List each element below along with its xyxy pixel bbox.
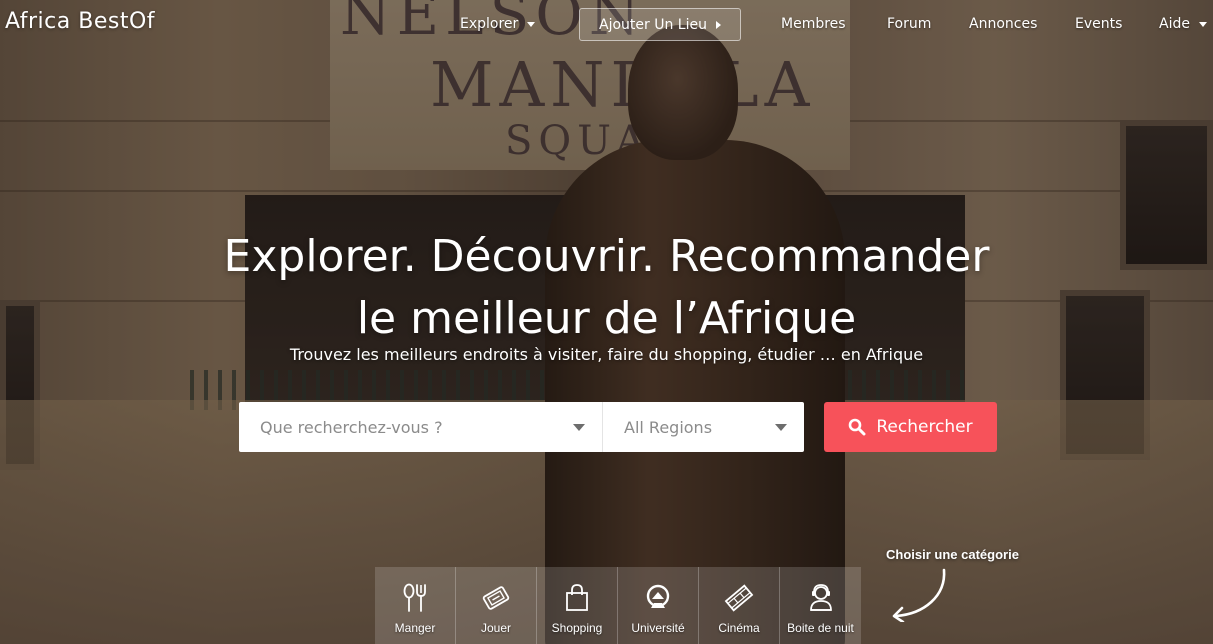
category-label: Boite de nuit (787, 621, 854, 635)
category-universite[interactable]: Université (618, 567, 699, 644)
category-shopping[interactable]: Shopping (537, 567, 618, 644)
category-label: Manger (394, 621, 436, 635)
nav-explorer-label: Explorer (460, 16, 519, 32)
hero-subtitle: Trouvez les meilleurs endroits à visiter… (289, 345, 924, 364)
add-place-button[interactable]: Ajouter Un Lieu (579, 8, 741, 41)
university-icon (646, 584, 670, 608)
category-jouer[interactable]: Jouer (456, 567, 537, 644)
region-select[interactable]: All Regions (603, 402, 804, 452)
hero-title-line1: Explorer. Découvrir. Recommander (223, 231, 990, 282)
chevron-down-icon (775, 424, 787, 431)
search-button[interactable]: Rechercher (824, 402, 997, 452)
category-cinema[interactable]: Cinéma (699, 567, 780, 644)
category-hint: Choisir une catégorie (886, 547, 1019, 562)
brand-logo[interactable]: Africa BestOf (5, 9, 155, 34)
nav-listings[interactable]: Annonces (969, 16, 1037, 32)
add-place-label: Ajouter Un Lieu (599, 16, 707, 33)
nightclub-icon (809, 584, 832, 611)
fork-spoon-icon (403, 583, 426, 612)
search-icon (849, 418, 866, 436)
top-navigation: Africa BestOf Explorer Ajouter Un Lieu M… (0, 0, 1213, 52)
hero-title: Explorer. Découvrir. Recommander le meil… (0, 226, 1213, 350)
search-bar: Que recherchez-vous ? All Regions (239, 402, 804, 452)
nav-forum[interactable]: Forum (887, 16, 931, 32)
search-input-placeholder: Que recherchez-vous ? (260, 417, 443, 437)
caret-down-icon (1198, 21, 1207, 27)
nav-help-label: Aide (1159, 16, 1190, 32)
category-label: Université (631, 621, 685, 635)
search-input[interactable]: Que recherchez-vous ? (239, 402, 603, 452)
caret-right-icon (715, 20, 721, 29)
film-strip-icon (724, 584, 754, 612)
ticket-icon (482, 586, 510, 610)
category-boite-de-nuit[interactable]: Boite de nuit (780, 567, 861, 644)
curved-arrow-icon (892, 568, 946, 622)
shopping-bag-icon (566, 584, 588, 611)
nav-help[interactable]: Aide (1159, 16, 1207, 32)
category-bar: Manger Jouer Shopping Université Cinéma … (375, 567, 861, 644)
nav-members[interactable]: Membres (781, 16, 846, 32)
chevron-down-icon (573, 424, 585, 431)
category-label: Jouer (480, 621, 512, 635)
caret-down-icon (527, 21, 536, 27)
category-label: Shopping (551, 621, 603, 635)
category-manger[interactable]: Manger (375, 567, 456, 644)
search-button-label: Rechercher (876, 417, 973, 437)
nav-events[interactable]: Events (1075, 16, 1122, 32)
hero-title-line2: le meilleur de l’Afrique (356, 293, 857, 344)
region-select-value: All Regions (624, 417, 713, 437)
nav-explorer[interactable]: Explorer (460, 16, 536, 32)
category-label: Cinéma (718, 621, 760, 635)
